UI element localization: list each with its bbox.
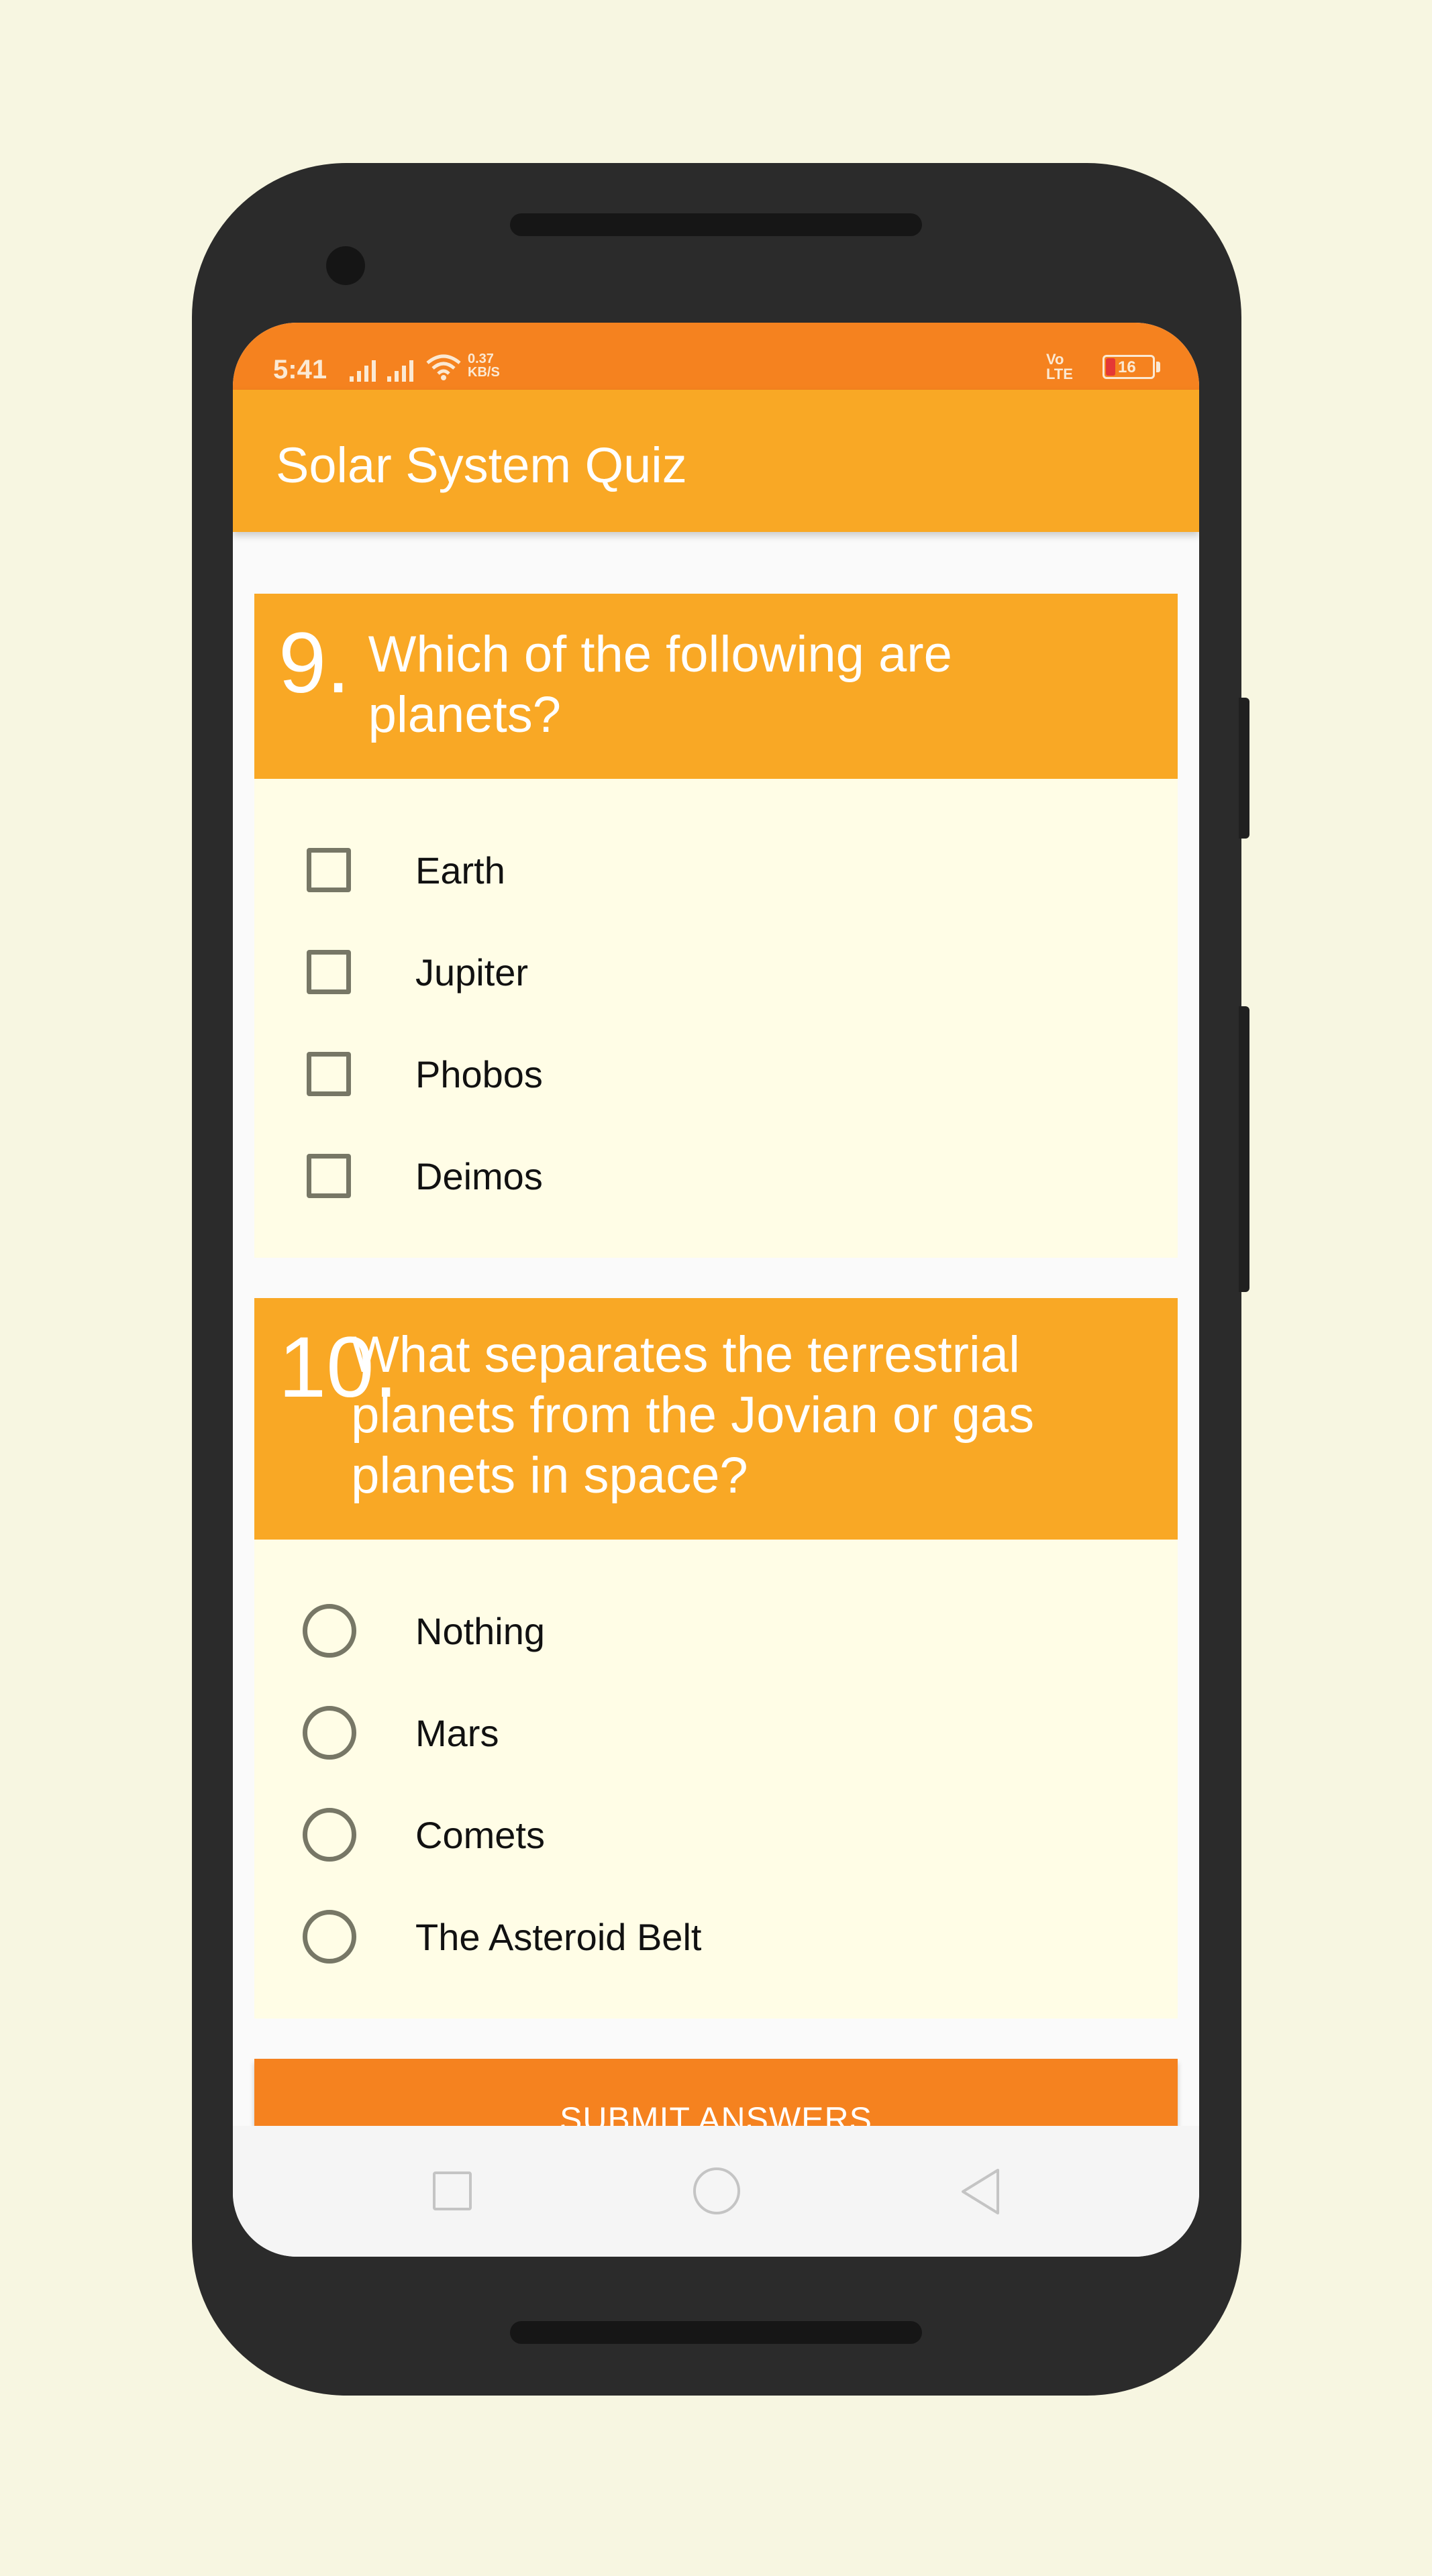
bottom-speaker xyxy=(510,2321,922,2344)
option-label: Mars xyxy=(415,1711,499,1754)
speed-value: 0.37 xyxy=(468,352,494,366)
earpiece-speaker xyxy=(510,213,922,236)
question-header: 9. Which of the following are planets? xyxy=(254,594,1178,779)
checkbox[interactable] xyxy=(307,1052,351,1096)
radio-options: Nothing Mars Comets The Asteroid Belt xyxy=(254,1540,1178,2019)
home-icon[interactable] xyxy=(693,2167,740,2214)
option-label: Deimos xyxy=(415,1155,543,1197)
option-label: Phobos xyxy=(415,1053,543,1095)
battery-tip xyxy=(1156,362,1160,372)
back-icon[interactable] xyxy=(956,2166,1005,2217)
option-earth[interactable]: Earth xyxy=(254,819,1178,921)
volte-icon: Vo LTE xyxy=(1046,352,1073,382)
checkbox[interactable] xyxy=(307,848,351,892)
option-label: The Asteroid Belt xyxy=(415,1915,702,1958)
option-label: Earth xyxy=(415,849,505,892)
checkbox-options: Earth Jupiter Phobos Deimos xyxy=(254,779,1178,1258)
option-label: Jupiter xyxy=(415,951,529,994)
phone-screen: 5:41 0.37 KB/S Vo LTE 16 Solar System Qu… xyxy=(233,323,1199,2257)
battery-fill xyxy=(1106,358,1115,376)
question-card-9: 9. Which of the following are planets? E… xyxy=(254,594,1178,1258)
app-title: Solar System Quiz xyxy=(276,437,687,493)
option-asteroid-belt[interactable]: The Asteroid Belt xyxy=(254,1886,1178,1988)
recents-icon[interactable] xyxy=(433,2171,472,2210)
network-speed: 0.37 KB/S xyxy=(468,352,500,379)
status-time: 5:41 xyxy=(273,355,327,384)
option-deimos[interactable]: Deimos xyxy=(254,1125,1178,1227)
app-bar: Solar System Quiz xyxy=(233,390,1199,532)
checkbox[interactable] xyxy=(307,950,351,994)
option-label: Comets xyxy=(415,1813,545,1856)
signal-icon xyxy=(350,355,376,382)
option-label: Nothing xyxy=(415,1609,546,1652)
navigation-bar xyxy=(233,2126,1199,2257)
question-text: Which of the following are planets? xyxy=(368,626,952,743)
question-number: 10. xyxy=(278,1320,398,1415)
battery-level: 16 xyxy=(1118,358,1136,376)
volte-bottom: LTE xyxy=(1046,366,1073,382)
signal-icon xyxy=(387,355,413,382)
radio-button[interactable] xyxy=(303,1706,356,1760)
question-header: 10. What separates the terrestrial plane… xyxy=(254,1298,1178,1540)
option-comets[interactable]: Comets xyxy=(254,1784,1178,1886)
option-nothing[interactable]: Nothing xyxy=(254,1580,1178,1682)
option-mars[interactable]: Mars xyxy=(254,1682,1178,1784)
wifi-icon xyxy=(426,354,461,380)
quiz-content: 9. Which of the following are planets? E… xyxy=(254,594,1178,2180)
question-card-10: 10. What separates the terrestrial plane… xyxy=(254,1298,1178,2019)
radio-button[interactable] xyxy=(303,1910,356,1964)
front-camera xyxy=(326,246,365,285)
option-phobos[interactable]: Phobos xyxy=(254,1023,1178,1125)
speed-unit: KB/S xyxy=(468,365,500,380)
checkbox[interactable] xyxy=(307,1154,351,1198)
question-text: What separates the terrestrial planets f… xyxy=(351,1326,1035,1504)
status-bar: 5:41 0.37 KB/S Vo LTE 16 xyxy=(233,323,1199,390)
battery-icon: 16 xyxy=(1103,355,1155,379)
volume-button xyxy=(1239,1006,1249,1292)
power-button xyxy=(1239,698,1249,839)
option-jupiter[interactable]: Jupiter xyxy=(254,921,1178,1023)
radio-button[interactable] xyxy=(303,1808,356,1862)
radio-button[interactable] xyxy=(303,1604,356,1658)
question-number: 9. xyxy=(278,615,350,711)
